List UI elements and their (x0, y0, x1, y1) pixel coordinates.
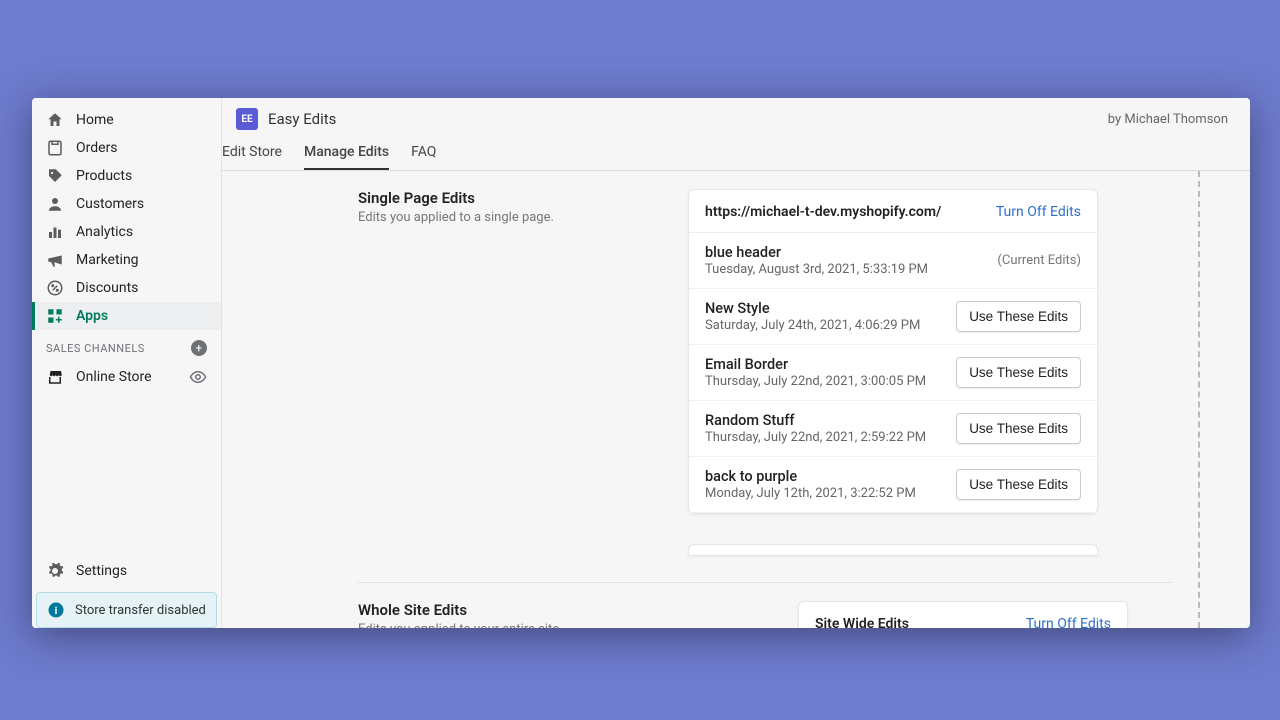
sidebar-item-label: Marketing (76, 252, 139, 268)
content-area: Single Page Edits Edits you applied to a… (222, 171, 1200, 628)
tab-faq[interactable]: FAQ (411, 136, 436, 170)
gear-icon (46, 562, 64, 580)
edit-name: back to purple (705, 468, 956, 485)
use-edits-button[interactable]: Use These Edits (956, 469, 1081, 500)
discount-icon (46, 279, 64, 297)
edit-date: Saturday, July 24th, 2021, 4:06:29 PM (705, 318, 956, 333)
edit-name: Email Border (705, 356, 956, 373)
sidebar-item-marketing[interactable]: Marketing (32, 246, 221, 274)
app-title: Easy Edits (268, 110, 336, 128)
edits-list: blue header Tuesday, August 3rd, 2021, 5… (689, 233, 1097, 513)
sidebar-item-orders[interactable]: Orders (32, 134, 221, 162)
sidebar-item-online-store[interactable]: Online Store (32, 362, 221, 392)
notice-text: Store transfer disabled (75, 603, 206, 618)
turn-off-edits-link[interactable]: Turn Off Edits (996, 204, 1081, 220)
info-icon: i (47, 601, 65, 619)
use-edits-button[interactable]: Use These Edits (956, 357, 1081, 388)
sidebar-item-label: Customers (76, 196, 144, 212)
apps-icon (46, 307, 64, 325)
single-page-card: https://michael-t-dev.myshopify.com/ Tur… (688, 189, 1098, 514)
edit-row: Random Stuff Thursday, July 22nd, 2021, … (689, 401, 1097, 457)
turn-off-edits-link[interactable]: Turn Off Edits (1026, 616, 1111, 628)
sidebar-item-apps[interactable]: Apps (32, 302, 221, 330)
edit-row: back to purple Monday, July 12th, 2021, … (689, 457, 1097, 513)
tab-edit-store[interactable]: Edit Store (222, 136, 282, 170)
add-channel-icon[interactable]: + (191, 340, 207, 356)
store-transfer-notice: i Store transfer disabled (36, 592, 217, 628)
svg-text:i: i (55, 604, 58, 617)
app-header: EE Easy Edits by Michael Thomson (222, 98, 1250, 136)
use-edits-button[interactable]: Use These Edits (956, 301, 1081, 332)
edit-date: Thursday, July 22nd, 2021, 3:00:05 PM (705, 374, 956, 389)
person-icon (46, 195, 64, 213)
sidebar-item-label: Discounts (76, 280, 138, 296)
sidebar-item-label: Analytics (76, 224, 133, 240)
sidebar-item-label: Apps (76, 308, 108, 324)
edit-date: Tuesday, August 3rd, 2021, 5:33:19 PM (705, 262, 997, 277)
sidebar-item-label: Products (76, 168, 132, 184)
edit-row: Email Border Thursday, July 22nd, 2021, … (689, 345, 1097, 401)
section-title: Single Page Edits (358, 189, 658, 207)
store-icon (46, 368, 64, 386)
app-byline: by Michael Thomson (1108, 112, 1228, 127)
section-divider (358, 582, 1172, 583)
sidebar-section-sales: SALES CHANNELS + (32, 330, 221, 362)
section-title: Whole Site Edits (358, 601, 658, 619)
home-icon (46, 111, 64, 129)
view-store-icon[interactable] (189, 368, 207, 386)
sidebar-item-settings[interactable]: Settings (32, 557, 221, 592)
main-panel: EE Easy Edits by Michael Thomson Edit St… (222, 98, 1250, 628)
whole-site-section: Whole Site Edits Edits you applied to yo… (358, 601, 1172, 628)
app-logo: EE (236, 108, 258, 130)
sidebar-item-label: Orders (76, 140, 118, 156)
card-url: https://michael-t-dev.myshopify.com/ (705, 204, 941, 220)
section-label: SALES CHANNELS (46, 342, 145, 355)
section-desc: Edits you applied to your entire site. (358, 622, 658, 628)
edit-row: New Style Saturday, July 24th, 2021, 4:0… (689, 289, 1097, 345)
sidebar-item-label: Home (76, 112, 114, 128)
whole-site-card: Site Wide Edits Turn Off Edits (798, 601, 1128, 628)
edit-name: blue header (705, 244, 997, 261)
edit-date: Thursday, July 22nd, 2021, 2:59:22 PM (705, 430, 956, 445)
edit-name: New Style (705, 300, 956, 317)
app-window: Home Orders Products Customers Analytics… (32, 98, 1250, 628)
sidebar-item-home[interactable]: Home (32, 106, 221, 134)
use-edits-button[interactable]: Use These Edits (956, 413, 1081, 444)
tab-manage-edits[interactable]: Manage Edits (304, 136, 389, 170)
analytics-icon (46, 223, 64, 241)
edit-name: Random Stuff (705, 412, 956, 429)
tabs: Edit Store Manage Edits FAQ (222, 136, 1250, 171)
edit-row: blue header Tuesday, August 3rd, 2021, 5… (689, 233, 1097, 289)
sidebar-item-discounts[interactable]: Discounts (32, 274, 221, 302)
orders-icon (46, 139, 64, 157)
card-stub (688, 544, 1098, 556)
marketing-icon (46, 251, 64, 269)
current-edits-label: (Current Edits) (997, 253, 1081, 268)
sidebar-item-analytics[interactable]: Analytics (32, 218, 221, 246)
single-page-section: Single Page Edits Edits you applied to a… (358, 189, 1172, 556)
card-title: Site Wide Edits (815, 616, 909, 628)
tag-icon (46, 167, 64, 185)
section-desc: Edits you applied to a single page. (358, 210, 658, 225)
sidebar-item-label: Settings (76, 563, 127, 579)
sidebar-item-products[interactable]: Products (32, 162, 221, 190)
sidebar-item-label: Online Store (76, 369, 152, 385)
edit-date: Monday, July 12th, 2021, 3:22:52 PM (705, 486, 956, 501)
sidebar-nav: Home Orders Products Customers Analytics… (32, 98, 221, 392)
sidebar: Home Orders Products Customers Analytics… (32, 98, 222, 628)
sidebar-item-customers[interactable]: Customers (32, 190, 221, 218)
